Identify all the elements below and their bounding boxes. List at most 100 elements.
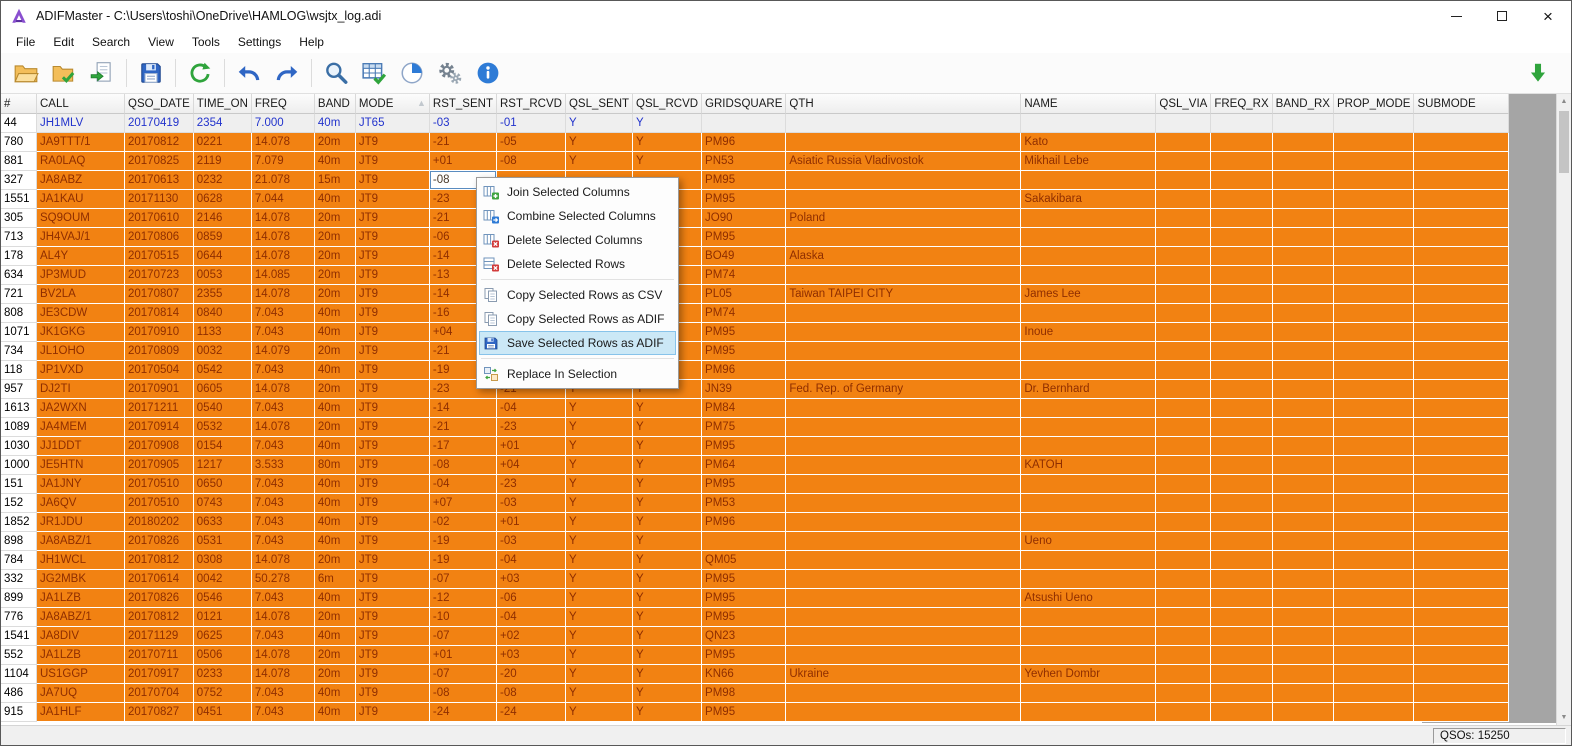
cell[interactable]: 20170826	[125, 532, 194, 551]
cell[interactable]: JT9	[355, 304, 430, 323]
cell[interactable]: Y	[633, 627, 703, 646]
cell[interactable]: 14.078	[251, 209, 315, 228]
cell[interactable]	[1021, 171, 1157, 190]
cell[interactable]: JA7UQ	[37, 684, 125, 703]
cell[interactable]: JT9	[355, 171, 430, 190]
menu-item-copy-selected-rows-as-csv[interactable]: Copy Selected Rows as CSV	[479, 283, 676, 307]
cell[interactable]	[1211, 513, 1273, 532]
cell[interactable]	[1414, 228, 1510, 247]
cell[interactable]: PM95	[702, 228, 787, 247]
cell[interactable]: Fed. Rep. of Germany	[786, 380, 1022, 399]
cell[interactable]: JT9	[355, 228, 430, 247]
cell[interactable]	[1211, 532, 1273, 551]
cell[interactable]	[1211, 399, 1273, 418]
cell[interactable]: JA2WXN	[37, 399, 125, 418]
cell[interactable]: PM95	[702, 570, 787, 589]
cell[interactable]: 20m	[314, 418, 356, 437]
cell[interactable]: 6m	[314, 570, 356, 589]
row-number-cell[interactable]: 899	[1, 589, 37, 608]
cell[interactable]: +03	[496, 646, 566, 665]
cell[interactable]	[1021, 475, 1157, 494]
cell[interactable]: JT9	[355, 684, 430, 703]
cell[interactable]: Sakakibara	[1021, 190, 1157, 209]
row-number-cell[interactable]: 151	[1, 475, 37, 494]
cell[interactable]: JA4MEM	[37, 418, 125, 437]
cell[interactable]: 0650	[193, 475, 252, 494]
cell[interactable]: JT9	[355, 418, 430, 437]
cell[interactable]: JT9	[355, 247, 430, 266]
column-header-band-rx[interactable]: BAND_RX	[1272, 94, 1334, 114]
cell[interactable]: -04	[429, 475, 497, 494]
cell[interactable]	[1414, 304, 1510, 323]
row-number-cell[interactable]: 44	[1, 114, 37, 133]
table-row[interactable]: 808 JE3CDW 20170814 0840 7.043 40m JT9 -16 PM74	[1, 304, 1510, 323]
table-row[interactable]: 734 JL1OHO 20170809 0032 14.079 20m JT9 -21 PM95	[1, 342, 1510, 361]
cell[interactable]	[1211, 627, 1273, 646]
cell[interactable]	[786, 342, 1022, 361]
cell[interactable]: JT9	[355, 627, 430, 646]
cell[interactable]: -01	[496, 114, 566, 133]
cell[interactable]: 40m	[314, 114, 356, 133]
cell[interactable]	[1414, 513, 1510, 532]
cell[interactable]	[1414, 399, 1510, 418]
cell[interactable]	[1156, 342, 1212, 361]
cell[interactable]	[1333, 266, 1415, 285]
cell[interactable]: -08	[429, 456, 497, 475]
cell[interactable]: JT9	[355, 608, 430, 627]
cell[interactable]	[1272, 570, 1334, 589]
cell[interactable]: PN53	[702, 152, 787, 171]
cell[interactable]	[1211, 475, 1273, 494]
cell[interactable]	[786, 551, 1022, 570]
cell[interactable]: 40m	[314, 513, 356, 532]
column-header-qth[interactable]: QTH	[786, 94, 1022, 114]
cell[interactable]: 20170814	[125, 304, 194, 323]
cell[interactable]	[1211, 304, 1273, 323]
cell[interactable]	[786, 608, 1022, 627]
cell[interactable]: JH1MLV	[37, 114, 125, 133]
cell[interactable]: JT65	[355, 114, 430, 133]
cell[interactable]	[1272, 323, 1334, 342]
cell[interactable]: 20m	[314, 608, 356, 627]
cell[interactable]	[1414, 456, 1510, 475]
row-number-cell[interactable]: 1852	[1, 513, 37, 532]
cell[interactable]	[1211, 361, 1273, 380]
cell[interactable]: Y	[565, 456, 634, 475]
table-row[interactable]: 1613 JA2WXN 20171211 0540 7.043 40m JT9 -14 -04 Y…	[1, 399, 1510, 418]
close-button[interactable]: ×	[1525, 1, 1571, 31]
cell[interactable]: JE5HTN	[37, 456, 125, 475]
cell[interactable]: James Lee	[1021, 285, 1157, 304]
cell[interactable]: 0743	[193, 494, 252, 513]
cell[interactable]	[1333, 285, 1415, 304]
cell[interactable]	[1021, 361, 1157, 380]
cell[interactable]: 14.078	[251, 133, 315, 152]
cell[interactable]	[1021, 228, 1157, 247]
cell[interactable]	[1272, 190, 1334, 209]
cell[interactable]: Y	[565, 437, 634, 456]
cell[interactable]: 0451	[193, 703, 252, 722]
cell[interactable]	[1414, 285, 1510, 304]
cell[interactable]	[1333, 152, 1415, 171]
cell[interactable]: JT9	[355, 209, 430, 228]
cell[interactable]	[1333, 380, 1415, 399]
cell[interactable]: JT9	[355, 551, 430, 570]
cell[interactable]	[1414, 532, 1510, 551]
cell[interactable]: 7.043	[251, 684, 315, 703]
info-button[interactable]	[469, 56, 507, 90]
cell[interactable]	[1272, 608, 1334, 627]
cell[interactable]: 20170610	[125, 209, 194, 228]
cell[interactable]: 0221	[193, 133, 252, 152]
cell[interactable]: 0531	[193, 532, 252, 551]
cell[interactable]: JT9	[355, 437, 430, 456]
cell[interactable]: 7.043	[251, 513, 315, 532]
cell[interactable]	[1211, 342, 1273, 361]
cell[interactable]: JP1VXD	[37, 361, 125, 380]
table-row[interactable]: 1104 US1GGP 20170917 0233 14.078 20m JT9 -07 -20…	[1, 665, 1510, 684]
cell[interactable]	[1021, 703, 1157, 722]
scrollbar-thumb[interactable]	[1559, 111, 1569, 173]
cell[interactable]	[1333, 342, 1415, 361]
vertical-scrollbar[interactable]: ▲ ▼	[1556, 94, 1571, 725]
cell[interactable]	[1021, 437, 1157, 456]
cell[interactable]	[786, 627, 1022, 646]
cell[interactable]: -14	[429, 399, 497, 418]
cell[interactable]: 2355	[193, 285, 252, 304]
